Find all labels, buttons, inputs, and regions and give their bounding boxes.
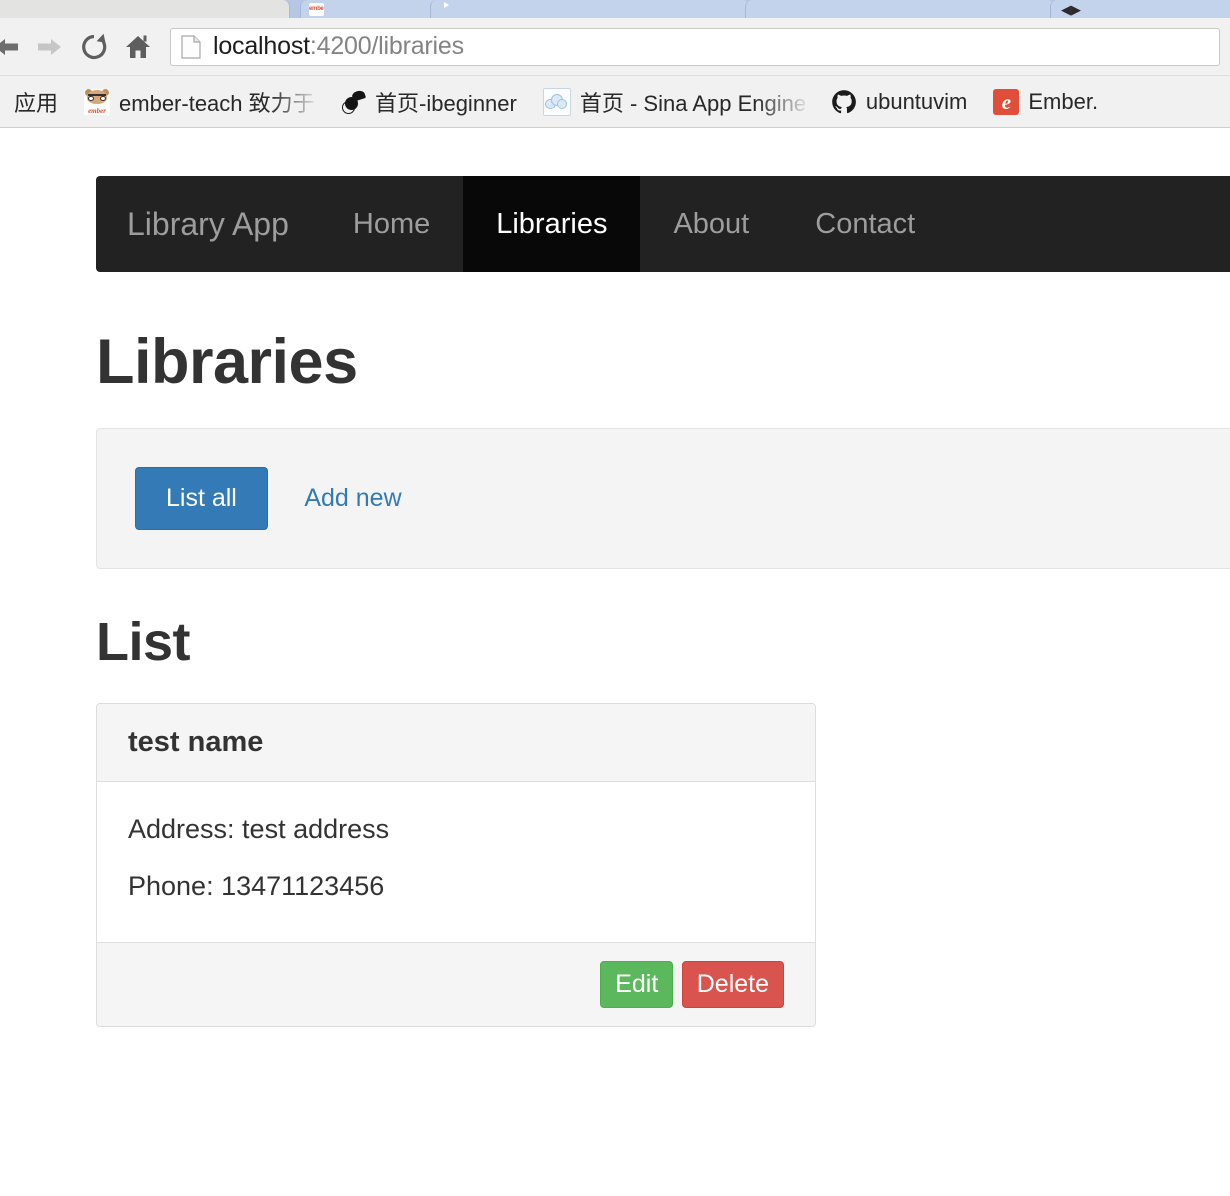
arrows-glyph-icon: ◀▶: [1061, 2, 1081, 17]
github-icon: [831, 89, 857, 115]
bookmark-ubuntuvim[interactable]: ubuntuvim: [831, 88, 968, 115]
bookmark-label: 首页-ibeginner: [375, 90, 517, 116]
ember-icon: ember: [309, 3, 324, 16]
list-section-heading: List: [96, 612, 191, 672]
ember-e-icon: e: [993, 88, 1020, 115]
url-text: localhost:4200/libraries: [213, 32, 464, 61]
edit-button[interactable]: Edit: [600, 961, 674, 1009]
bookmark-apps[interactable]: 应用: [14, 86, 58, 118]
page-viewport: Library App Home Libraries About Contact…: [0, 128, 1230, 1188]
nav-item-home[interactable]: Home: [320, 176, 463, 272]
bookmark-ember-teach[interactable]: ember ember-teach 致力于打: [84, 86, 314, 118]
library-card-footer: Edit Delete: [97, 942, 815, 1027]
cloud-icon: [542, 87, 571, 116]
browser-chrome: ember ◀▶ localhost:4200/libraries 应用 emb…: [0, 0, 1230, 128]
nav-item-about[interactable]: About: [640, 176, 782, 272]
library-card-body: Address: test address Phone: 13471123456: [97, 782, 815, 943]
url-bar[interactable]: localhost:4200/libraries: [170, 27, 1220, 66]
browser-tab-video[interactable]: [430, 0, 750, 18]
bookmark-sina-app-engine[interactable]: 首页 - Sina App Engine: [542, 86, 805, 118]
nav-item-libraries[interactable]: Libraries: [463, 176, 641, 272]
forward-arrow-icon[interactable]: [28, 25, 72, 69]
ember-teach-icon: ember: [84, 88, 111, 115]
bookmark-label: ubuntuvim: [865, 88, 968, 114]
library-phone: Phone: 13471123456: [128, 871, 385, 902]
library-name: test name: [128, 726, 264, 758]
bookmark-label: 首页 - Sina App Engine: [579, 90, 805, 116]
browser-tab-active[interactable]: [0, 0, 290, 18]
browser-tab-plain[interactable]: [745, 0, 1055, 18]
browser-tab-glyph[interactable]: ◀▶: [1050, 0, 1230, 18]
browser-toolbar: localhost:4200/libraries: [0, 18, 1230, 76]
library-card-heading: test name: [97, 704, 815, 782]
nav-item-contact[interactable]: Contact: [782, 176, 948, 272]
page-document-icon: [181, 34, 201, 59]
bookmark-label: ember-teach 致力于打: [119, 90, 315, 116]
site-navbar: Library App Home Libraries About Contact: [96, 176, 1230, 272]
bookmark-ember[interactable]: e Ember.: [993, 88, 1099, 115]
bookmark-label: Ember.: [1028, 88, 1099, 114]
library-card: test name Address: test address Phone: 1…: [96, 703, 816, 1028]
add-new-link[interactable]: Add new: [283, 467, 422, 530]
url-path: :4200/libraries: [309, 32, 464, 60]
back-arrow-icon[interactable]: [0, 25, 28, 69]
page-title: Libraries: [96, 327, 358, 397]
home-icon[interactable]: [116, 25, 160, 69]
library-address: Address: test address: [128, 814, 390, 844]
page-container: Library App Home Libraries About Contact…: [96, 128, 1230, 1028]
url-host: localhost: [213, 32, 310, 60]
bookmarks-bar: 应用 ember ember-teach 致力于打 首页-ibeginner 首…: [0, 76, 1230, 128]
reload-icon[interactable]: [72, 25, 116, 69]
delete-button[interactable]: Delete: [681, 961, 784, 1009]
navbar-brand[interactable]: Library App: [96, 176, 320, 272]
bookmark-ibeginner[interactable]: 首页-ibeginner: [340, 86, 517, 118]
navbar-links: Home Libraries About Contact: [320, 176, 1230, 272]
tab-strip[interactable]: ember ◀▶: [0, 0, 1230, 18]
bird-icon: [340, 88, 367, 115]
bookmark-label: 应用: [14, 90, 59, 116]
actions-well: List all Add new: [96, 428, 1230, 569]
list-all-button[interactable]: List all: [135, 467, 268, 530]
